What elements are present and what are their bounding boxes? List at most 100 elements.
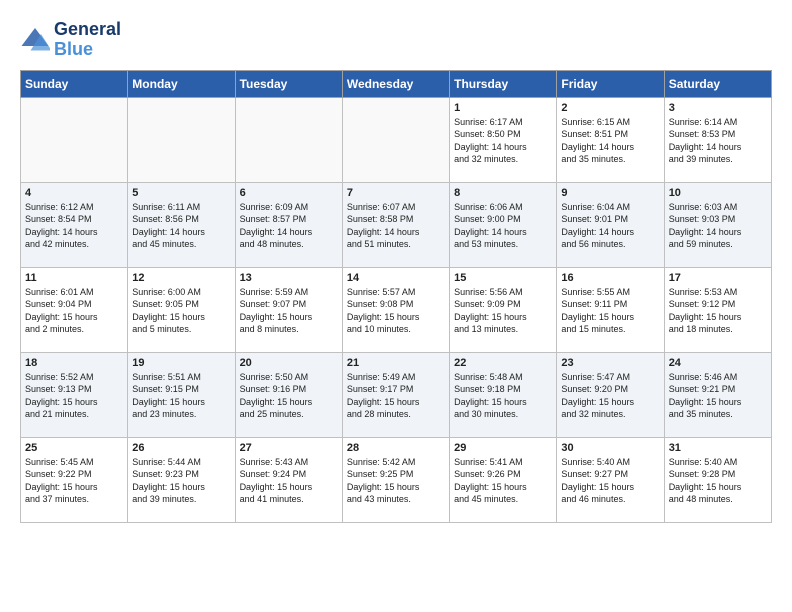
cell-content: Sunrise: 5:40 AM Sunset: 9:27 PM Dayligh… <box>561 456 659 506</box>
day-number: 11 <box>25 272 123 284</box>
calendar-cell <box>128 97 235 182</box>
cell-content: Sunrise: 6:04 AM Sunset: 9:01 PM Dayligh… <box>561 201 659 251</box>
cell-content: Sunrise: 6:14 AM Sunset: 8:53 PM Dayligh… <box>669 116 767 166</box>
calendar-cell: 14Sunrise: 5:57 AM Sunset: 9:08 PM Dayli… <box>342 267 449 352</box>
day-number: 19 <box>132 357 230 369</box>
day-number: 3 <box>669 102 767 114</box>
calendar-cell: 20 Sunrise: 5:50 AM Sunset: 9:16 PM Dayli… <box>235 352 342 437</box>
day-number: 27 <box>240 442 338 454</box>
calendar-cell: 30Sunrise: 5:40 AM Sunset: 9:27 PM Dayli… <box>557 437 664 522</box>
day-number: 5 <box>132 187 230 199</box>
calendar-cell: 1 Sunrise: 6:17 AM Sunset: 8:50 PM Daylig… <box>450 97 557 182</box>
calendar-cell: 16Sunrise: 5:55 AM Sunset: 9:11 PM Dayli… <box>557 267 664 352</box>
day-number: 29 <box>454 442 552 454</box>
calendar-cell: 28 Sunrise: 5:42 AM Sunset: 9:25 PM Dayli… <box>342 437 449 522</box>
calendar-cell: 8 Sunrise: 6:06 AM Sunset: 9:00 PM Daylig… <box>450 182 557 267</box>
cell-content: Sunrise: 6:17 AM Sunset: 8:50 PM Dayligh… <box>454 116 552 166</box>
day-number: 8 <box>454 187 552 199</box>
cell-content: Sunrise: 5:56 AM Sunset: 9:09 PM Dayligh… <box>454 286 552 336</box>
calendar-cell: 3 Sunrise: 6:14 AM Sunset: 8:53 PM Daylig… <box>664 97 771 182</box>
calendar-cell: 24 Sunrise: 5:46 AM Sunset: 9:21 PM Dayli… <box>664 352 771 437</box>
cell-content: Sunrise: 6:06 AM Sunset: 9:00 PM Dayligh… <box>454 201 552 251</box>
cell-content: Sunrise: 6:07 AM Sunset: 8:58 PM Dayligh… <box>347 201 445 251</box>
cell-content: Sunrise: 6:00 AM Sunset: 9:05 PM Dayligh… <box>132 286 230 336</box>
week-row-2: 4 Sunrise: 6:12 AM Sunset: 8:54 PM Daylig… <box>21 182 772 267</box>
day-number: 1 <box>454 102 552 114</box>
cell-content: Sunrise: 5:46 AM Sunset: 9:21 PM Dayligh… <box>669 371 767 421</box>
day-number: 18 <box>25 357 123 369</box>
calendar-cell: 2 Sunrise: 6:15 AM Sunset: 8:51 PM Daylig… <box>557 97 664 182</box>
calendar-cell: 31Sunrise: 5:40 AM Sunset: 9:28 PM Dayli… <box>664 437 771 522</box>
cell-content: Sunrise: 6:03 AM Sunset: 9:03 PM Dayligh… <box>669 201 767 251</box>
calendar-cell: 26 Sunrise: 5:44 AM Sunset: 9:23 PM Dayli… <box>128 437 235 522</box>
day-number: 23 <box>561 357 659 369</box>
cell-content: Sunrise: 5:48 AM Sunset: 9:18 PM Dayligh… <box>454 371 552 421</box>
page-header: General Blue <box>20 20 772 60</box>
weekday-header-thursday: Thursday <box>450 70 557 97</box>
day-number: 28 <box>347 442 445 454</box>
calendar-cell: 18 Sunrise: 5:52 AM Sunset: 9:13 PM Dayli… <box>21 352 128 437</box>
weekday-header-friday: Friday <box>557 70 664 97</box>
day-number: 2 <box>561 102 659 114</box>
day-number: 20 <box>240 357 338 369</box>
weekday-header-saturday: Saturday <box>664 70 771 97</box>
day-number: 21 <box>347 357 445 369</box>
weekday-header-wednesday: Wednesday <box>342 70 449 97</box>
calendar-cell: 11 Sunrise: 6:01 AM Sunset: 9:04 PM Dayli… <box>21 267 128 352</box>
day-number: 13 <box>240 272 338 284</box>
calendar-cell: 13Sunrise: 5:59 AM Sunset: 9:07 PM Dayli… <box>235 267 342 352</box>
calendar-cell: 19Sunrise: 5:51 AM Sunset: 9:15 PM Dayli… <box>128 352 235 437</box>
day-number: 25 <box>25 442 123 454</box>
logo: General Blue <box>20 20 121 60</box>
day-number: 12 <box>132 272 230 284</box>
day-number: 15 <box>454 272 552 284</box>
calendar-cell: 5 Sunrise: 6:11 AM Sunset: 8:56 PM Daylig… <box>128 182 235 267</box>
cell-content: Sunrise: 5:44 AM Sunset: 9:23 PM Dayligh… <box>132 456 230 506</box>
cell-content: Sunrise: 6:12 AM Sunset: 8:54 PM Dayligh… <box>25 201 123 251</box>
day-number: 24 <box>669 357 767 369</box>
day-number: 16 <box>561 272 659 284</box>
week-row-5: 25 Sunrise: 5:45 AM Sunset: 9:22 PM Dayli… <box>21 437 772 522</box>
cell-content: Sunrise: 5:42 AM Sunset: 9:25 PM Dayligh… <box>347 456 445 506</box>
calendar-cell: 29 Sunrise: 5:41 AM Sunset: 9:26 PM Dayli… <box>450 437 557 522</box>
cell-content: Sunrise: 6:11 AM Sunset: 8:56 PM Dayligh… <box>132 201 230 251</box>
cell-content: Sunrise: 5:53 AM Sunset: 9:12 PM Dayligh… <box>669 286 767 336</box>
week-row-4: 18 Sunrise: 5:52 AM Sunset: 9:13 PM Dayli… <box>21 352 772 437</box>
cell-content: Sunrise: 5:49 AM Sunset: 9:17 PM Dayligh… <box>347 371 445 421</box>
cell-content: Sunrise: 5:50 AM Sunset: 9:16 PM Dayligh… <box>240 371 338 421</box>
weekday-header-tuesday: Tuesday <box>235 70 342 97</box>
calendar-cell <box>342 97 449 182</box>
day-number: 7 <box>347 187 445 199</box>
calendar-cell: 25 Sunrise: 5:45 AM Sunset: 9:22 PM Dayli… <box>21 437 128 522</box>
cell-content: Sunrise: 6:09 AM Sunset: 8:57 PM Dayligh… <box>240 201 338 251</box>
day-number: 22 <box>454 357 552 369</box>
day-number: 31 <box>669 442 767 454</box>
cell-content: Sunrise: 5:47 AM Sunset: 9:20 PM Dayligh… <box>561 371 659 421</box>
calendar-cell: 9Sunrise: 6:04 AM Sunset: 9:01 PM Daylig… <box>557 182 664 267</box>
day-number: 4 <box>25 187 123 199</box>
calendar-cell: 4 Sunrise: 6:12 AM Sunset: 8:54 PM Daylig… <box>21 182 128 267</box>
cell-content: Sunrise: 6:01 AM Sunset: 9:04 PM Dayligh… <box>25 286 123 336</box>
calendar-cell: 27 Sunrise: 5:43 AM Sunset: 9:24 PM Dayli… <box>235 437 342 522</box>
weekday-header-monday: Monday <box>128 70 235 97</box>
calendar-table: SundayMondayTuesdayWednesdayThursdayFrid… <box>20 70 772 523</box>
cell-content: Sunrise: 5:45 AM Sunset: 9:22 PM Dayligh… <box>25 456 123 506</box>
cell-content: Sunrise: 5:43 AM Sunset: 9:24 PM Dayligh… <box>240 456 338 506</box>
cell-content: Sunrise: 6:15 AM Sunset: 8:51 PM Dayligh… <box>561 116 659 166</box>
weekday-header-sunday: Sunday <box>21 70 128 97</box>
calendar-cell: 21 Sunrise: 5:49 AM Sunset: 9:17 PM Dayli… <box>342 352 449 437</box>
calendar-cell: 12 Sunrise: 6:00 AM Sunset: 9:05 PM Dayli… <box>128 267 235 352</box>
day-number: 14 <box>347 272 445 284</box>
calendar-cell: 6 Sunrise: 6:09 AM Sunset: 8:57 PM Daylig… <box>235 182 342 267</box>
cell-content: Sunrise: 5:52 AM Sunset: 9:13 PM Dayligh… <box>25 371 123 421</box>
cell-content: Sunrise: 5:41 AM Sunset: 9:26 PM Dayligh… <box>454 456 552 506</box>
day-number: 26 <box>132 442 230 454</box>
calendar-cell: 22 Sunrise: 5:48 AM Sunset: 9:18 PM Dayli… <box>450 352 557 437</box>
weekday-header-row: SundayMondayTuesdayWednesdayThursdayFrid… <box>21 70 772 97</box>
week-row-3: 11 Sunrise: 6:01 AM Sunset: 9:04 PM Dayli… <box>21 267 772 352</box>
day-number: 6 <box>240 187 338 199</box>
week-row-1: 1 Sunrise: 6:17 AM Sunset: 8:50 PM Daylig… <box>21 97 772 182</box>
calendar-cell: 7 Sunrise: 6:07 AM Sunset: 8:58 PM Daylig… <box>342 182 449 267</box>
logo-icon <box>20 25 50 55</box>
calendar-cell: 17Sunrise: 5:53 AM Sunset: 9:12 PM Dayli… <box>664 267 771 352</box>
